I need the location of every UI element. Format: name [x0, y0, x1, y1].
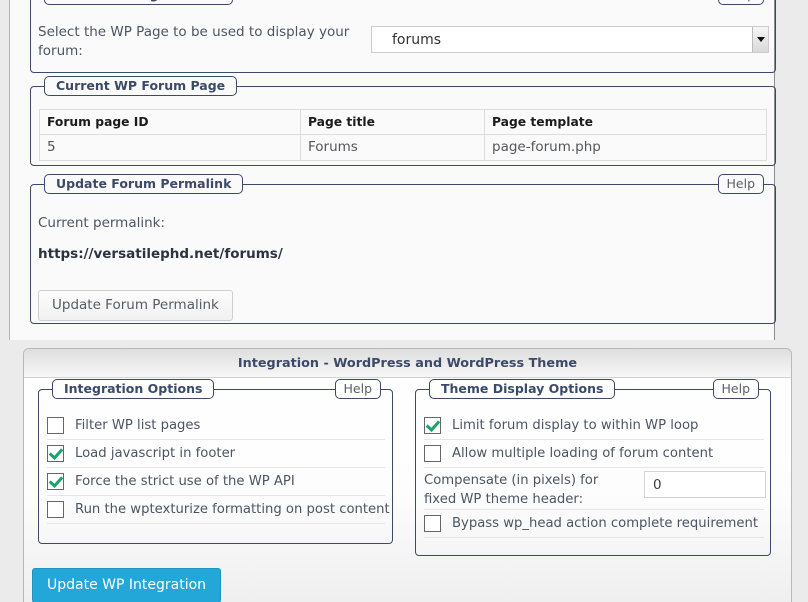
integration-options-group: Integration Options Help Filter WP list … — [38, 379, 393, 544]
integration-panel: Integration - WordPress and WordPress Th… — [23, 348, 792, 602]
checkbox-load-javascript-in-footer[interactable] — [47, 445, 64, 462]
option-row-filter-wp-list-pages[interactable]: Filter WP list pages — [47, 412, 385, 440]
help-button-theme-display-options[interactable]: Help — [712, 379, 759, 400]
select-page-label: Select the WP Page to be used to display… — [38, 24, 350, 60]
compensate-pixels-row: Compensate (in pixels) for fixed WP them… — [424, 468, 766, 510]
cell-page-title: Forums — [300, 134, 485, 161]
option-label-filter-wp-list-pages: Filter WP list pages — [75, 418, 201, 433]
help-button-permalink[interactable]: Help — [717, 174, 764, 195]
group-legend-integration-options: Integration Options — [52, 379, 215, 400]
option-row-limit-forum-display[interactable]: Limit forum display to within WP loop — [424, 412, 764, 440]
option-label-bypass-wp-head: Bypass wp_head action complete requireme… — [452, 516, 759, 531]
option-label-force-strict-wp-api: Force the strict use of the WP API — [75, 474, 295, 489]
option-label-allow-multiple-loading: Allow multiple loading of forum content — [452, 446, 714, 461]
table-row: 5 Forums page-forum.php — [39, 134, 767, 161]
help-button-integration-options[interactable]: Help — [334, 379, 381, 400]
option-row-allow-multiple-loading[interactable]: Allow multiple loading of forum content — [424, 440, 764, 468]
compensate-pixels-input[interactable] — [644, 471, 766, 498]
option-label-limit-forum-display: Limit forum display to within WP loop — [452, 418, 699, 433]
option-row-bypass-wp-head[interactable]: Bypass wp_head action complete requireme… — [424, 510, 764, 538]
column-header-forum-page-id: Forum page ID — [39, 109, 301, 135]
checkbox-bypass-wp-head[interactable] — [424, 515, 441, 532]
wp-forum-page-details-group: WP Forum Page Details Help Select the WP… — [30, 0, 776, 73]
checkbox-run-wptexturize[interactable] — [47, 501, 64, 518]
option-label-run-wptexturize: Run the wptexturize formatting on post c… — [75, 502, 390, 517]
option-row-run-wptexturize[interactable]: Run the wptexturize formatting on post c… — [47, 496, 390, 524]
cell-page-template: page-forum.php — [484, 134, 767, 161]
checkbox-allow-multiple-loading[interactable] — [424, 445, 441, 462]
group-legend-theme-display-options: Theme Display Options — [429, 379, 616, 400]
update-forum-permalink-button[interactable]: Update Forum Permalink — [38, 290, 233, 321]
group-legend-current-wp-forum-page: Current WP Forum Page — [44, 76, 238, 97]
current-forum-page-table: Forum page ID Page title Page template 5… — [39, 109, 767, 161]
forum-settings-panel: WP Forum Page Details Help Select the WP… — [9, 0, 776, 340]
wp-page-select[interactable]: forums — [371, 26, 769, 53]
option-row-force-strict-wp-api[interactable]: Force the strict use of the WP API — [47, 468, 385, 496]
app-screen: WP Forum Page Details Help Select the WP… — [0, 0, 808, 602]
theme-display-options-group: Theme Display Options Help Limit forum d… — [415, 379, 771, 556]
column-header-page-template: Page template — [484, 109, 767, 135]
update-forum-permalink-group: Update Forum Permalink Help Current perm… — [30, 174, 776, 324]
checkbox-filter-wp-list-pages[interactable] — [47, 417, 64, 434]
help-button-details[interactable]: Help — [717, 0, 764, 6]
group-legend-update-forum-permalink: Update Forum Permalink — [44, 174, 244, 195]
current-permalink-label: Current permalink: — [38, 215, 166, 231]
current-permalink-value: https://versatilephd.net/forums/ — [38, 246, 283, 262]
compensate-pixels-label: Compensate (in pixels) for fixed WP them… — [424, 473, 599, 507]
column-header-page-title: Page title — [300, 109, 485, 135]
checkbox-limit-forum-display[interactable] — [424, 417, 441, 434]
cell-forum-page-id: 5 — [39, 134, 301, 161]
checkbox-force-strict-wp-api[interactable] — [47, 473, 64, 490]
current-wp-forum-page-group: Current WP Forum Page Forum page ID Page… — [30, 76, 776, 166]
update-wp-integration-button[interactable]: Update WP Integration — [32, 568, 222, 602]
group-legend-wp-forum-page-details: WP Forum Page Details — [44, 0, 233, 6]
integration-panel-title: Integration - WordPress and WordPress Th… — [24, 349, 791, 378]
option-row-load-javascript-in-footer[interactable]: Load javascript in footer — [47, 440, 385, 468]
table-header-row: Forum page ID Page title Page template — [39, 109, 767, 135]
option-label-load-javascript-in-footer: Load javascript in footer — [75, 446, 236, 461]
